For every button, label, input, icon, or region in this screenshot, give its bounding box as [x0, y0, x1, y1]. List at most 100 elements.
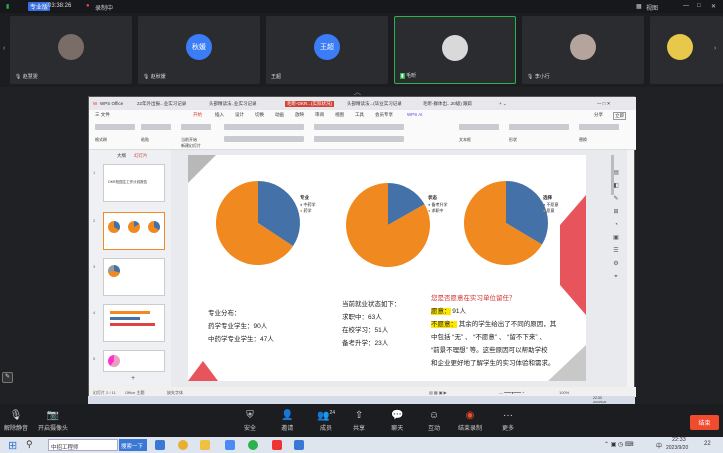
- wps-tab[interactable]: WPS Office: [100, 101, 123, 106]
- windows-start-icon[interactable]: ⊞: [8, 439, 17, 452]
- taskbar-clock[interactable]: 22:33: [672, 437, 686, 443]
- slide-group[interactable]: [181, 124, 211, 130]
- gallery-next-icon[interactable]: ›: [714, 45, 716, 52]
- menu-review[interactable]: 审阅: [315, 112, 324, 118]
- thumb-pie: [148, 221, 160, 233]
- slide-thumbnail[interactable]: [103, 258, 165, 296]
- annotation-icon[interactable]: ✎: [2, 372, 13, 383]
- menu-wps-ai[interactable]: WPS AI: [407, 112, 423, 117]
- participant-tile[interactable]: 王超 王超: [266, 16, 388, 84]
- wps-tab-active[interactable]: 毛昕-OKR...(实际状况): [285, 101, 334, 107]
- recording-label: 录制中: [95, 6, 114, 12]
- end-meeting-button[interactable]: 结束: [690, 415, 719, 430]
- participant-tile[interactable]: 🎙 李小行: [522, 16, 644, 84]
- wps-tab[interactable]: 22年外出报...业实习记录: [137, 101, 186, 107]
- avatar: [570, 34, 596, 60]
- login-button[interactable]: 立即: [613, 112, 626, 120]
- clipboard-group[interactable]: [95, 124, 135, 130]
- add-slide-button[interactable]: +: [131, 375, 135, 382]
- stop-recording-button[interactable]: ◉ 结束录制: [458, 410, 482, 432]
- wps-icon[interactable]: [272, 440, 282, 450]
- meeting-app-icon[interactable]: [294, 440, 304, 450]
- chat-button[interactable]: 💬 聊天: [391, 410, 403, 432]
- paste-group[interactable]: [141, 124, 171, 130]
- close-icon[interactable]: ✕: [711, 3, 716, 10]
- zoom-slider[interactable]: — ━━━●━━━ +: [499, 390, 524, 395]
- text-box-group[interactable]: [459, 124, 499, 130]
- format-painter-label[interactable]: 格式刷: [95, 137, 107, 143]
- slides-tab[interactable]: 幻灯片: [134, 153, 148, 159]
- camera-off-icon: 📷: [46, 410, 60, 421]
- textbox-label[interactable]: 文本框: [459, 137, 471, 143]
- search-icon[interactable]: ⚲: [26, 439, 33, 450]
- thumb-title: OKR校园生工作计划报告: [108, 180, 148, 184]
- input-method[interactable]: 中: [656, 441, 662, 450]
- mic-off-icon: 🎙: [9, 410, 23, 421]
- wps-tab[interactable]: 毛昕-群体出...20级) 跟踪: [423, 101, 472, 107]
- menu-animation[interactable]: 动画: [275, 112, 284, 118]
- more-button[interactable]: ··· 更多: [502, 410, 514, 432]
- menu-member[interactable]: 会员专享: [375, 112, 393, 118]
- thumb-pie: [108, 221, 120, 233]
- invite-button[interactable]: 👤 邀请: [281, 410, 293, 432]
- window-controls-icon[interactable]: — □ ✕: [597, 101, 611, 107]
- chrome-icon[interactable]: [178, 440, 188, 450]
- zoom-level[interactable]: 100%: [559, 390, 569, 395]
- replace-label[interactable]: 替换: [579, 137, 587, 143]
- taskbar-date[interactable]: 2023/9/20: [666, 445, 688, 451]
- wps-tab[interactable]: 头部精读法..业实习记录: [209, 101, 257, 107]
- menu-transition[interactable]: 切换: [255, 112, 264, 118]
- wps-tab[interactable]: 头部精读法...(毕业实习记录: [347, 101, 402, 107]
- menu-design[interactable]: 设计: [235, 112, 244, 118]
- share-button[interactable]: 分享: [594, 112, 603, 118]
- view-mode-icons[interactable]: ▤ ▦ ▣ ▶: [429, 390, 447, 395]
- start-video-button[interactable]: 📷 开启摄像头: [38, 410, 68, 432]
- paste-label[interactable]: 粘贴: [141, 137, 149, 143]
- new-slide-label[interactable]: 新建幻灯片: [181, 143, 201, 149]
- gallery-prev-icon[interactable]: ‹: [3, 45, 5, 52]
- menu-tools[interactable]: 工具: [355, 112, 364, 118]
- legend-title: 状态: [428, 195, 437, 200]
- menu-insert[interactable]: 插入: [215, 112, 224, 118]
- notification-badge[interactable]: 22: [704, 441, 711, 447]
- participant-tile[interactable]: 🎙 赵慧雯: [10, 16, 132, 84]
- font-format-group[interactable]: [224, 136, 304, 142]
- app-icon[interactable]: [225, 440, 235, 450]
- folder-icon[interactable]: [200, 440, 210, 450]
- find-replace-group[interactable]: [579, 124, 619, 130]
- align-group[interactable]: [314, 136, 404, 142]
- participant-tile-active[interactable]: ▮ 毛昕: [394, 16, 516, 84]
- view-icon[interactable]: ▦: [636, 3, 642, 10]
- menu-slideshow[interactable]: 放映: [295, 112, 304, 118]
- tray-icons[interactable]: ⌃ ▣ ◷ ⌨: [604, 441, 634, 448]
- maximize-icon[interactable]: □: [697, 3, 701, 9]
- outline-tab[interactable]: 大纲: [117, 153, 126, 159]
- slide-thumbnail[interactable]: [103, 304, 165, 342]
- menu-view[interactable]: 视图: [335, 112, 344, 118]
- shape-label[interactable]: 形状: [509, 137, 517, 143]
- share-screen-button[interactable]: ⇧ 共享: [353, 410, 365, 432]
- members-button[interactable]: 👥24 成员: [317, 410, 335, 432]
- reactions-button[interactable]: ☺ 互动: [428, 410, 440, 432]
- paragraph-group[interactable]: [314, 124, 404, 130]
- security-button[interactable]: ⛨ 安全: [244, 410, 256, 432]
- minimize-icon[interactable]: —: [683, 3, 689, 9]
- view-button[interactable]: 视图: [646, 3, 658, 12]
- drawing-group[interactable]: [509, 124, 569, 130]
- font-group[interactable]: [224, 124, 304, 130]
- slide-thumbnail[interactable]: OKR校园生工作计划报告: [103, 164, 165, 202]
- participant-tile[interactable]: 秋媛 🎙 赵秋媛: [138, 16, 260, 84]
- menu-file[interactable]: 三 文件: [95, 112, 110, 118]
- taskbar-search-input[interactable]: 中招工程师: [48, 439, 118, 451]
- new-tab-icon[interactable]: + ⌄: [499, 101, 507, 107]
- edge-icon[interactable]: [155, 440, 165, 450]
- unmute-button[interactable]: 🎙 解除静音: [4, 410, 28, 432]
- right-tool-strip[interactable]: ▤ ◧ ✎ ⊞ ◔ ▣ ☰ ⚙ ⌖: [609, 167, 623, 367]
- menu-home[interactable]: 开始: [193, 112, 202, 118]
- wechat-icon[interactable]: [248, 440, 258, 450]
- slide-thumbnail[interactable]: [103, 350, 165, 372]
- participant-tile[interactable]: [650, 16, 723, 84]
- slide-thumbnail-selected[interactable]: [103, 212, 165, 250]
- taskbar-search-button[interactable]: 搜索一下: [119, 439, 147, 451]
- vertical-scrollbar[interactable]: [611, 155, 614, 195]
